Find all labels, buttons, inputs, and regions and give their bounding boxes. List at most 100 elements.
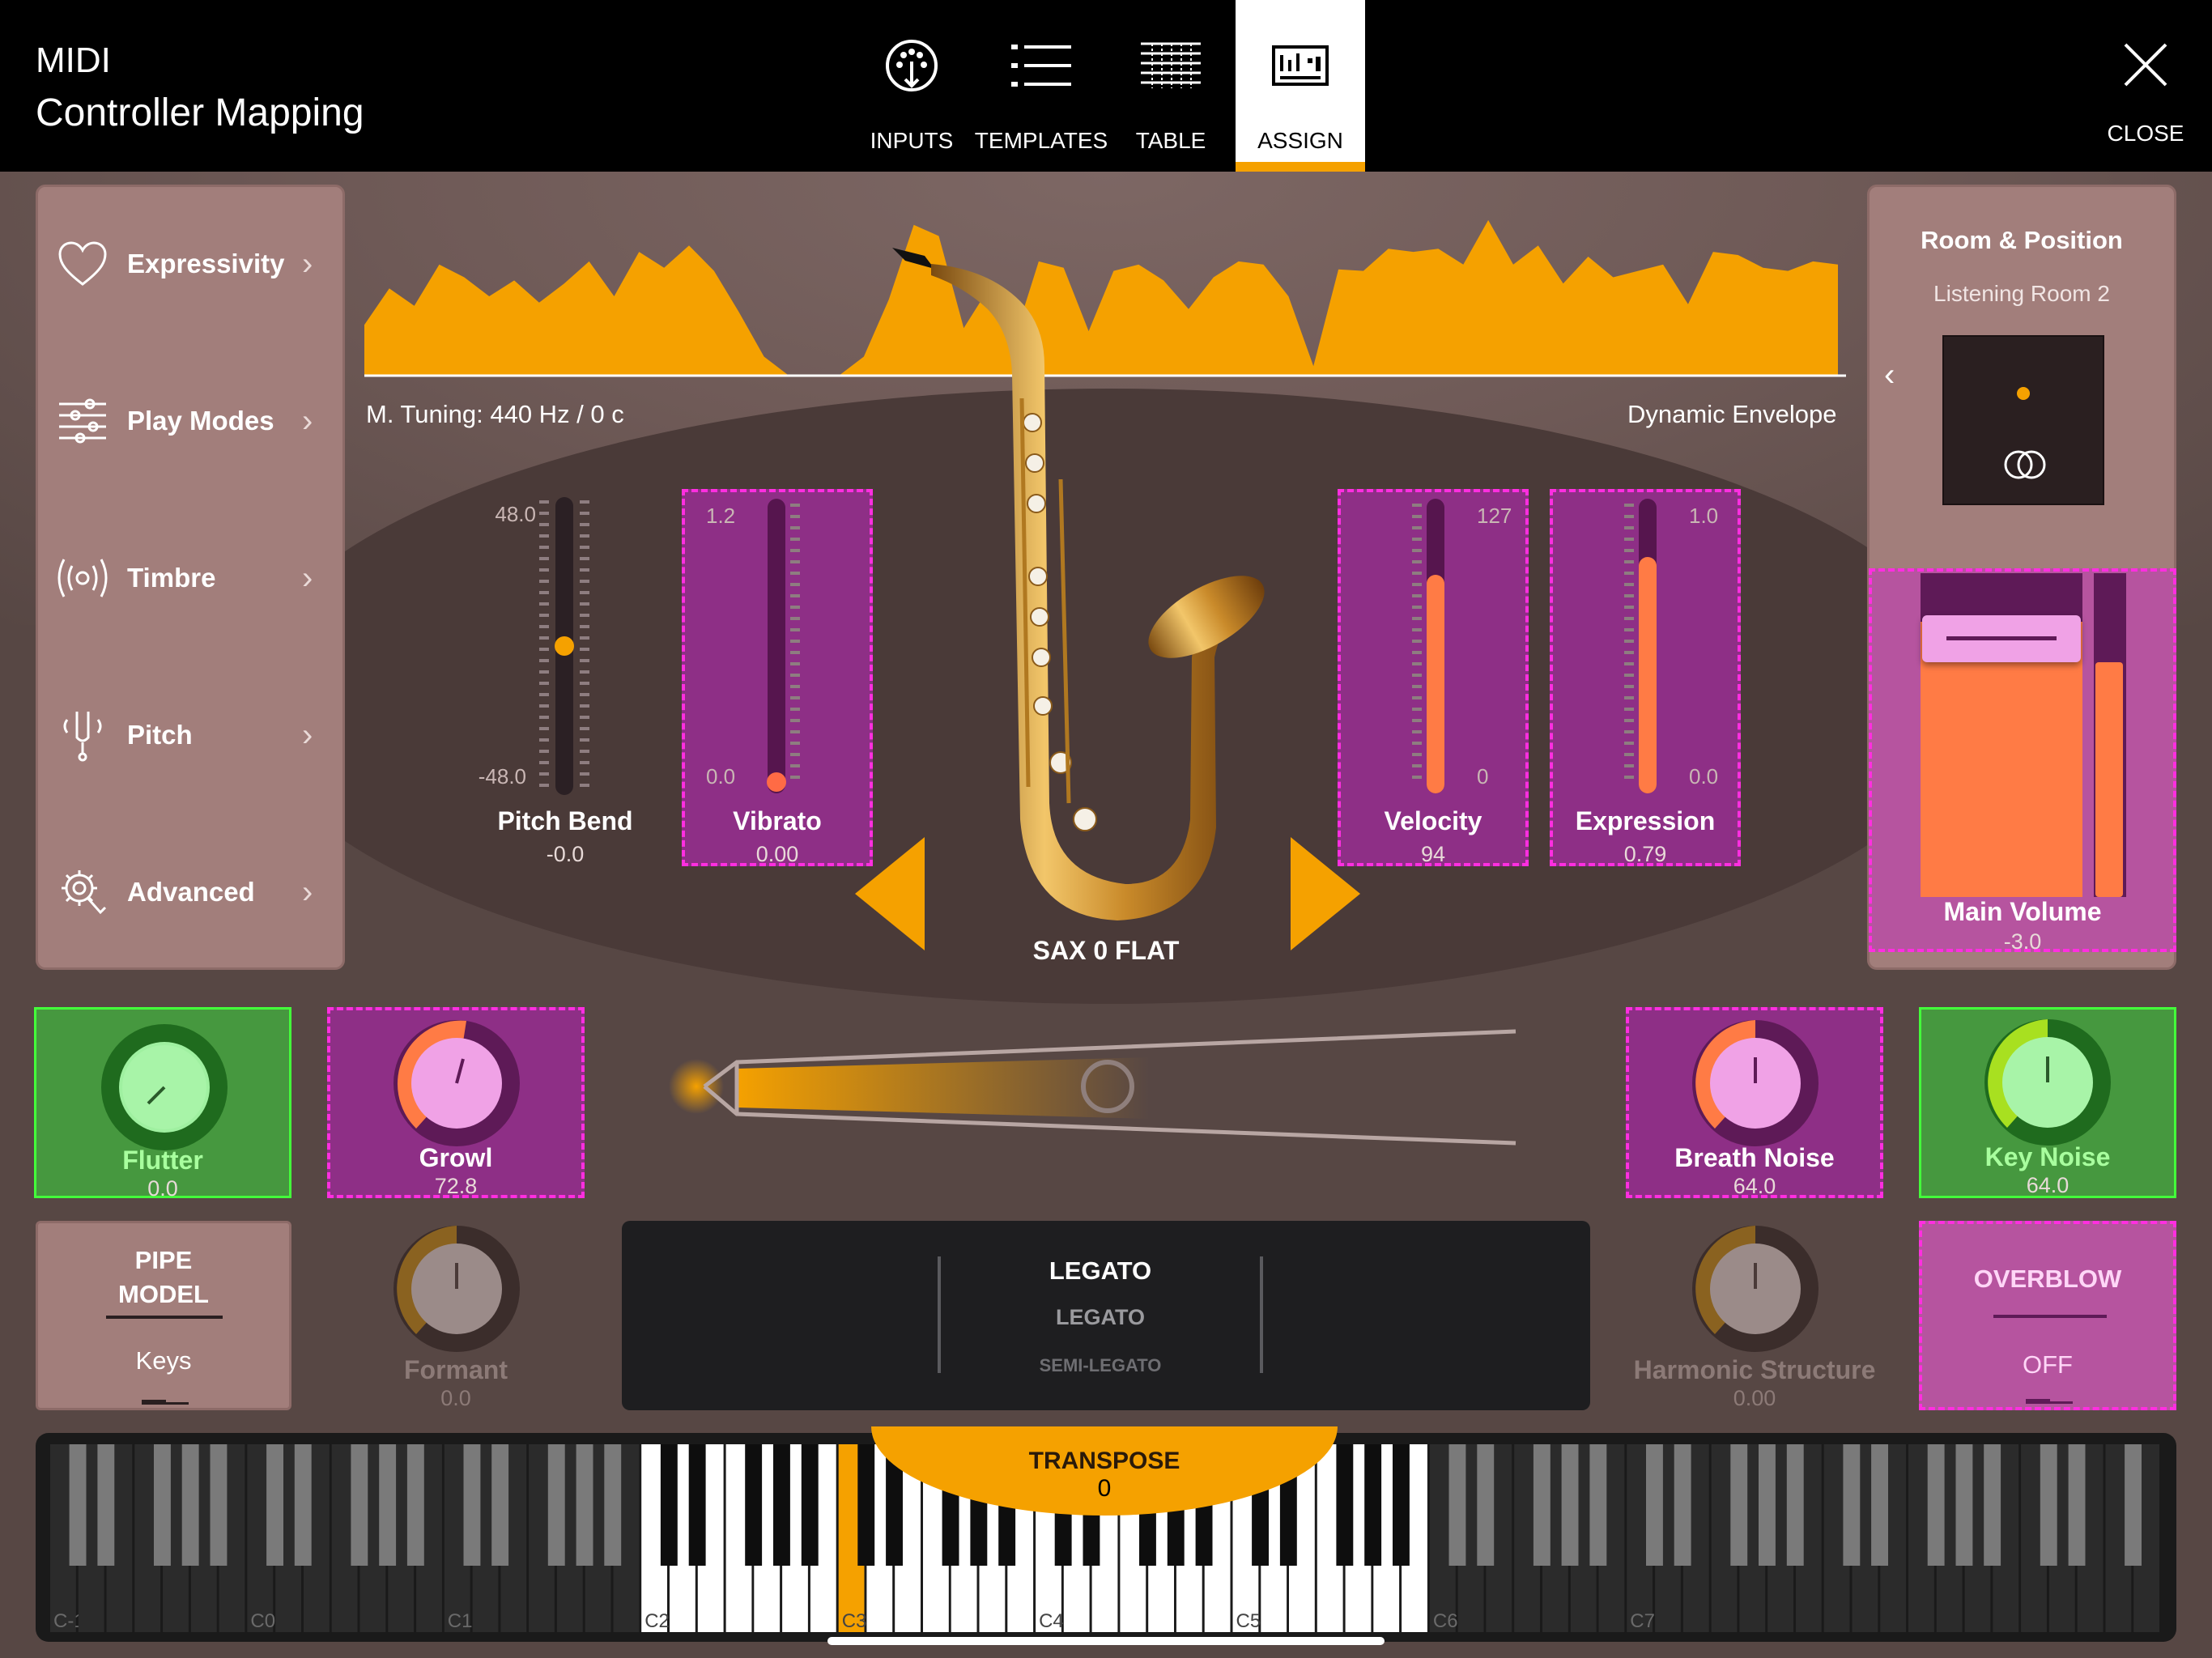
chevron-left-icon[interactable]: ‹ xyxy=(1884,357,1895,393)
knob-dial[interactable] xyxy=(389,1221,525,1357)
black-key xyxy=(266,1444,283,1566)
slider-track[interactable] xyxy=(768,499,785,793)
pipe-model-button[interactable]: PIPE MODEL Keys xyxy=(36,1221,291,1410)
overblow-button[interactable]: OVERBLOW OFF xyxy=(1919,1221,2176,1410)
tab-inputs-label: INPUTS xyxy=(870,128,954,153)
close-button[interactable]: CLOSE xyxy=(2081,0,2210,172)
main-volume-fader[interactable]: Main Volume -3.0 xyxy=(1869,568,2176,954)
listener-position-dot[interactable] xyxy=(2017,387,2030,400)
knob-value: 0.0 xyxy=(440,1386,471,1410)
octave-label: C0 xyxy=(250,1610,275,1632)
harmonic-structure-knob[interactable]: Harmonic Structure 0.00 xyxy=(1626,1221,1883,1410)
knob-value: 64.0 xyxy=(2026,1173,2069,1197)
black-key xyxy=(660,1444,678,1566)
articulation-selector[interactable]: LEGATO LEGATO SEMI-LEGATO xyxy=(622,1221,1590,1410)
saxophone-image xyxy=(892,248,1265,920)
octave-label: C4 xyxy=(1039,1610,1064,1632)
next-instrument-button[interactable] xyxy=(1291,837,1360,954)
menu-item-timbre[interactable]: Timbre › xyxy=(38,501,342,655)
articulation-option[interactable]: LEGATO xyxy=(944,1305,1257,1330)
black-key xyxy=(801,1444,819,1566)
black-key xyxy=(1871,1444,1888,1566)
menu-item-pitch[interactable]: Pitch › xyxy=(38,658,342,812)
knob-dial[interactable] xyxy=(96,1019,232,1155)
volume-handle[interactable] xyxy=(1922,615,2081,662)
slider-max-label: 127 xyxy=(1477,504,1512,528)
previous-instrument-button[interactable] xyxy=(855,837,925,954)
slider-value: 0.00 xyxy=(755,842,799,866)
breath-curve-graphic[interactable] xyxy=(664,1020,1522,1158)
vibrato-slider[interactable]: 1.2 0.0 Vibrato 0.00 xyxy=(682,489,873,866)
black-key xyxy=(1759,1444,1776,1566)
breath-noise-knob[interactable]: Breath Noise 64.0 xyxy=(1626,1007,1883,1198)
black-key xyxy=(2125,1444,2142,1566)
pitch-bend-slider[interactable]: 48.0 -48.0 Pitch Bend -0.0 xyxy=(470,489,661,866)
octave-label: C5 xyxy=(1236,1610,1261,1632)
articulation-selected: LEGATO xyxy=(1049,1256,1152,1285)
knob-value: 0.00 xyxy=(1733,1386,1776,1410)
tab-table[interactable]: TABLE xyxy=(1106,0,1236,172)
home-indicator xyxy=(827,1637,1385,1645)
menu-label: Expressivity xyxy=(127,249,285,278)
black-key xyxy=(181,1444,199,1566)
knob-dial[interactable] xyxy=(1687,1015,1823,1151)
tab-inputs[interactable]: INPUTS xyxy=(847,0,976,172)
master-tuning-label[interactable]: M. Tuning: 440 Hz / 0 c xyxy=(366,400,624,429)
slider-name: Vibrato xyxy=(733,806,822,835)
black-key xyxy=(1561,1444,1579,1566)
black-key xyxy=(604,1444,622,1566)
black-key xyxy=(1533,1444,1551,1566)
slider-value: 94 xyxy=(1420,842,1446,866)
slider-max-label: 1.2 xyxy=(706,504,736,528)
knob-dial[interactable] xyxy=(1980,1014,2116,1150)
transpose-value: 0 xyxy=(1097,1475,1112,1502)
slider-max-label: 1.0 xyxy=(1689,504,1719,528)
room-position-map[interactable] xyxy=(1942,335,2104,505)
articulation-option[interactable]: SEMI-LEGATO xyxy=(944,1355,1257,1376)
knob-value: 72.8 xyxy=(434,1174,478,1198)
tab-templates[interactable]: TEMPLATES xyxy=(975,0,1108,172)
growl-knob[interactable]: Growl 72.8 xyxy=(327,1007,585,1198)
flutter-knob[interactable]: Flutter 0.0 xyxy=(34,1007,291,1201)
menu-item-advanced[interactable]: Advanced › xyxy=(38,815,342,969)
knob-name: Breath Noise xyxy=(1674,1143,1835,1172)
black-key xyxy=(1589,1444,1607,1566)
slider-min-label: 0.0 xyxy=(1689,764,1719,789)
pipe-model-value: Keys xyxy=(135,1346,192,1375)
black-key xyxy=(463,1444,481,1566)
menu-label: Play Modes xyxy=(127,406,274,436)
black-key xyxy=(1927,1444,1945,1566)
tab-assign[interactable]: ASSIGN xyxy=(1236,0,1365,172)
dynamic-envelope-label: Dynamic Envelope xyxy=(1627,400,1837,428)
black-key xyxy=(688,1444,706,1566)
slider-handle[interactable] xyxy=(767,772,786,792)
knob-dial[interactable] xyxy=(1687,1221,1823,1357)
triangle-right-icon xyxy=(1291,837,1360,950)
assign-icon xyxy=(1272,37,1329,94)
transpose-control[interactable]: TRANSPOSE 0 xyxy=(871,1426,1338,1516)
key-noise-knob[interactable]: Key Noise 64.0 xyxy=(1919,1007,2176,1198)
slider-handle[interactable] xyxy=(555,636,574,656)
velocity-slider[interactable]: 127 0 Velocity 94 xyxy=(1338,489,1529,866)
knob-value: 0.0 xyxy=(147,1176,178,1201)
knob-name: Formant xyxy=(404,1355,508,1384)
tab-assign-label: ASSIGN xyxy=(1257,128,1343,153)
slider-fill xyxy=(1427,575,1444,793)
black-key xyxy=(97,1444,115,1566)
app-title-line2: Controller Mapping xyxy=(36,91,364,134)
chevron-right-icon: › xyxy=(302,559,313,596)
knob-name: Harmonic Structure xyxy=(1633,1355,1876,1384)
black-key xyxy=(1984,1444,2001,1566)
close-label: CLOSE xyxy=(2107,121,2184,146)
black-key xyxy=(406,1444,424,1566)
black-key xyxy=(576,1444,593,1566)
menu-item-play-modes[interactable]: Play Modes › xyxy=(38,344,342,498)
octave-label: C7 xyxy=(1630,1610,1655,1632)
knob-dial[interactable] xyxy=(389,1015,525,1151)
expression-slider[interactable]: 1.0 0.0 Expression 0.79 xyxy=(1550,489,1741,866)
black-key xyxy=(1336,1444,1354,1566)
menu-item-expressivity[interactable]: Expressivity › xyxy=(38,187,342,341)
app-title-line1: MIDI xyxy=(36,40,111,80)
formant-knob[interactable]: Formant 0.0 xyxy=(327,1221,585,1410)
black-key xyxy=(745,1444,763,1566)
